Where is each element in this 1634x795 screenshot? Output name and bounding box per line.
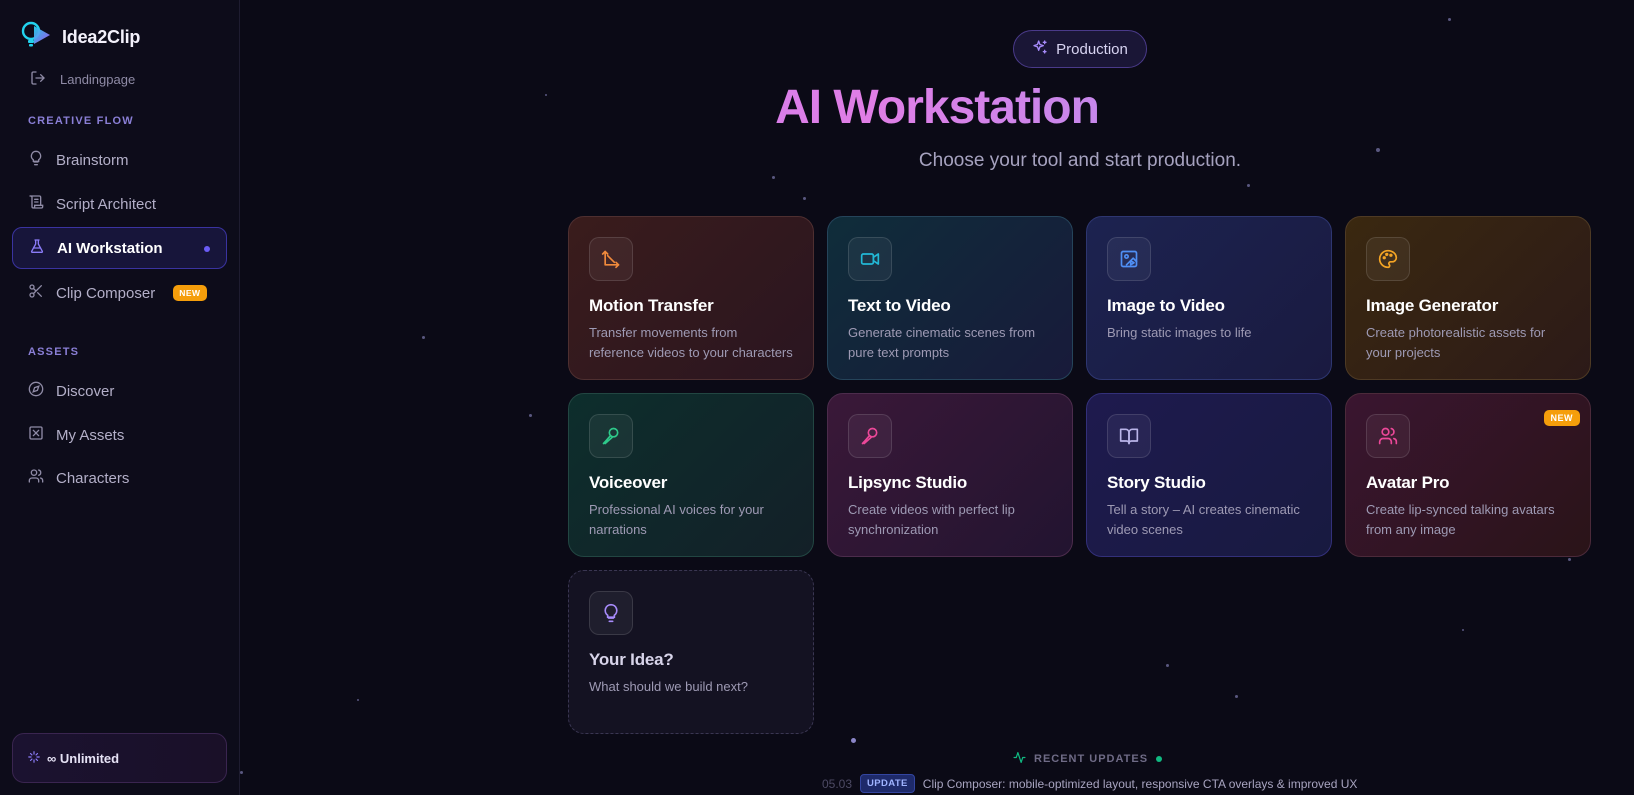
- update-tag: UPDATE: [860, 774, 915, 793]
- image-play-icon: [1107, 237, 1151, 281]
- card-title: Image to Video: [1107, 296, 1225, 315]
- sidebar-item-brainstorm[interactable]: Brainstorm: [12, 139, 227, 181]
- tool-card-image-generator[interactable]: Image Generator Create photorealistic as…: [1345, 216, 1591, 380]
- sidebar-item-characters[interactable]: Characters: [12, 457, 227, 499]
- tool-card-motion-transfer[interactable]: Motion Transfer Transfer movements from …: [568, 216, 814, 380]
- card-title: Motion Transfer: [589, 296, 714, 315]
- compass-icon: [28, 381, 44, 401]
- tool-card-avatar-pro[interactable]: NEW Avatar Pro Create lip-synced talking…: [1345, 393, 1591, 557]
- landingpage-link[interactable]: Landingpage: [30, 70, 135, 89]
- tool-card-lipsync-studio[interactable]: Lipsync Studio Create videos with perfec…: [827, 393, 1073, 557]
- sidebar-item-label: Script Architect: [56, 195, 157, 213]
- flask-icon: [29, 238, 45, 258]
- axis-arrows-icon: [589, 237, 633, 281]
- section-assets: ASSETS: [28, 346, 80, 358]
- app-logo[interactable]: Idea2Clip: [20, 20, 140, 55]
- sidebar-item-label: Characters: [56, 469, 130, 487]
- page-subtitle: Choose your tool and start production.: [918, 150, 1242, 171]
- card-title: Your Idea?: [589, 650, 674, 669]
- sparkle-icon: [27, 750, 41, 767]
- landingpage-label: Landingpage: [60, 72, 136, 87]
- logo-icon: [20, 20, 52, 55]
- card-title: Image Generator: [1366, 296, 1499, 315]
- tool-card-image-to-video[interactable]: Image to Video Bring static images to li…: [1086, 216, 1332, 380]
- sidebar-item-label: My Assets: [56, 426, 125, 444]
- page-title: AI Workstation: [240, 80, 1634, 135]
- sidebar-item-label: Clip Composer: [56, 284, 156, 302]
- script-icon: [28, 194, 44, 214]
- lightbulb-icon: [589, 591, 633, 635]
- microphone-icon: [848, 414, 892, 458]
- sparkles-icon: [1032, 39, 1048, 59]
- sidebar-item-discover[interactable]: Discover: [12, 370, 227, 412]
- card-description: Create photorealistic assets for your pr…: [1366, 325, 1546, 360]
- tool-card-story-studio[interactable]: Story Studio Tell a story – AI creates c…: [1086, 393, 1332, 557]
- sidebar-item-clip-composer[interactable]: Clip Composer NEW: [12, 272, 227, 314]
- production-pill: Production: [1013, 30, 1147, 68]
- activity-icon: [1013, 751, 1026, 767]
- sidebar-item-ai-workstation[interactable]: AI Workstation: [12, 227, 227, 269]
- assets-icon: [28, 425, 44, 445]
- video-camera-icon: [848, 237, 892, 281]
- card-title: Story Studio: [1107, 473, 1206, 492]
- app-name: Idea2Clip: [62, 27, 141, 47]
- sidebar-item-label: Discover: [56, 382, 115, 400]
- sidebar-item-script-architect[interactable]: Script Architect: [12, 183, 227, 225]
- scissors-icon: [28, 283, 44, 303]
- card-description: Professional AI voices for your narratio…: [589, 502, 764, 537]
- card-title: Lipsync Studio: [848, 473, 968, 492]
- section-creative-flow: CREATIVE FLOW: [28, 115, 134, 127]
- tool-card-text-to-video[interactable]: Text to Video Generate cinematic scenes …: [827, 216, 1073, 380]
- plan-status[interactable]: ∞ Unlimited: [12, 733, 227, 783]
- update-date: 05.03: [822, 776, 853, 791]
- tool-card-voiceover[interactable]: Voiceover Professional AI voices for you…: [568, 393, 814, 557]
- new-badge: NEW: [1543, 410, 1580, 426]
- microphone-icon: [589, 414, 633, 458]
- sidebar-item-my-assets[interactable]: My Assets: [12, 414, 227, 456]
- sidebar-item-label: Brainstorm: [56, 151, 129, 169]
- card-description: Generate cinematic scenes from pure text…: [848, 325, 1036, 360]
- card-title: Avatar Pro: [1366, 473, 1450, 492]
- update-text: Clip Composer: mobile-optimized layout, …: [922, 776, 1358, 791]
- card-description: Tell a story – AI creates cinematic vide…: [1107, 502, 1300, 537]
- live-status-dot: [1156, 756, 1163, 762]
- lightbulb-icon: [28, 150, 44, 170]
- card-description: Create lip-synced talking avatars from a…: [1366, 502, 1555, 537]
- recent-updates-label: RECENT UPDATES: [1034, 753, 1149, 765]
- new-badge: NEW: [173, 285, 207, 301]
- card-description: Transfer movements from reference videos…: [589, 325, 793, 360]
- logout-icon: [30, 70, 46, 89]
- card-title: Text to Video: [848, 296, 951, 315]
- sidebar: Idea2Clip Landingpage CREATIVE FLOW Brai…: [0, 0, 240, 795]
- active-indicator-dot: [204, 246, 210, 252]
- sidebar-item-label: AI Workstation: [57, 239, 163, 257]
- users-icon: [28, 468, 44, 488]
- users-icon: [1366, 414, 1410, 458]
- update-entry[interactable]: 05.03 UPDATE Clip Composer: mobile-optim…: [822, 774, 1357, 793]
- card-description: What should we build next?: [589, 679, 748, 694]
- pill-label: Production: [1056, 40, 1128, 58]
- card-title: Voiceover: [589, 473, 668, 492]
- palette-icon: [1366, 237, 1410, 281]
- recent-updates-header: RECENT UPDATES: [1013, 751, 1163, 767]
- card-description: Create videos with perfect lip synchroni…: [848, 502, 1015, 537]
- plan-label: ∞ Unlimited: [47, 750, 120, 766]
- book-open-icon: [1107, 414, 1151, 458]
- card-description: Bring static images to life: [1107, 325, 1252, 340]
- tool-card-your-idea[interactable]: Your Idea? What should we build next?: [568, 570, 814, 734]
